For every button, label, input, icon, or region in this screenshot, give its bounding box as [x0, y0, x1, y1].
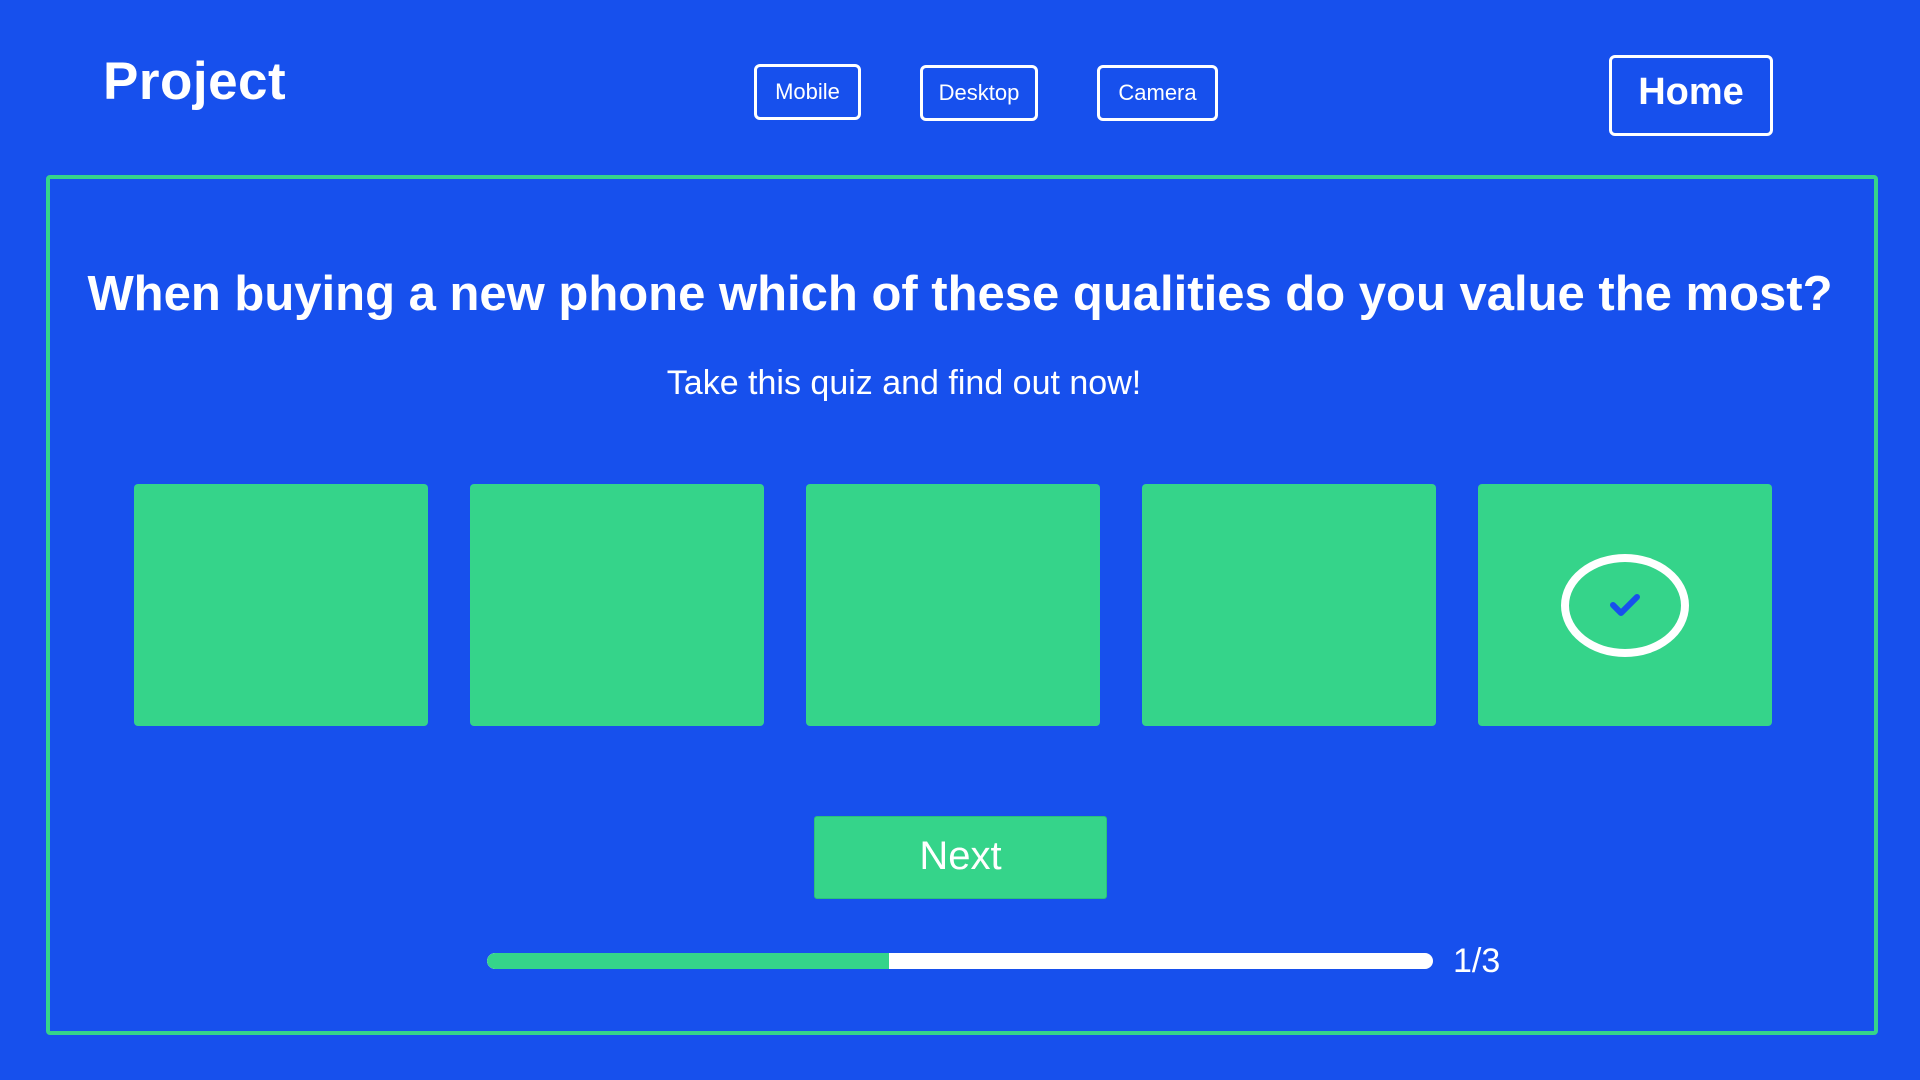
progress-label: 1/3 — [1453, 942, 1501, 980]
check-circle-icon — [1561, 553, 1689, 657]
answer-option-4[interactable] — [1142, 484, 1436, 726]
answer-option-3[interactable] — [806, 484, 1100, 726]
brand-logo[interactable]: Project — [103, 50, 286, 114]
answer-option-1[interactable] — [134, 484, 428, 726]
answer-option-5-selected[interactable] — [1478, 484, 1772, 726]
quiz-page: Project Mobile Desktop Camera Home When … — [0, 0, 1920, 1080]
nav-camera-button[interactable]: Camera — [1097, 65, 1218, 121]
answer-option-2[interactable] — [470, 484, 764, 726]
home-button[interactable]: Home — [1609, 55, 1773, 136]
quiz-question: When buying a new phone which of these q… — [87, 267, 1833, 321]
progress-fill — [487, 953, 890, 969]
answer-options — [134, 484, 1772, 726]
checkmark-icon — [1610, 594, 1640, 616]
next-button[interactable]: Next — [814, 816, 1107, 899]
nav-mobile-button[interactable]: Mobile — [754, 64, 861, 120]
progress-bar — [487, 953, 1433, 969]
quiz-subtitle: Take this quiz and find out now! — [666, 364, 1142, 402]
nav-desktop-button[interactable]: Desktop — [920, 65, 1038, 121]
